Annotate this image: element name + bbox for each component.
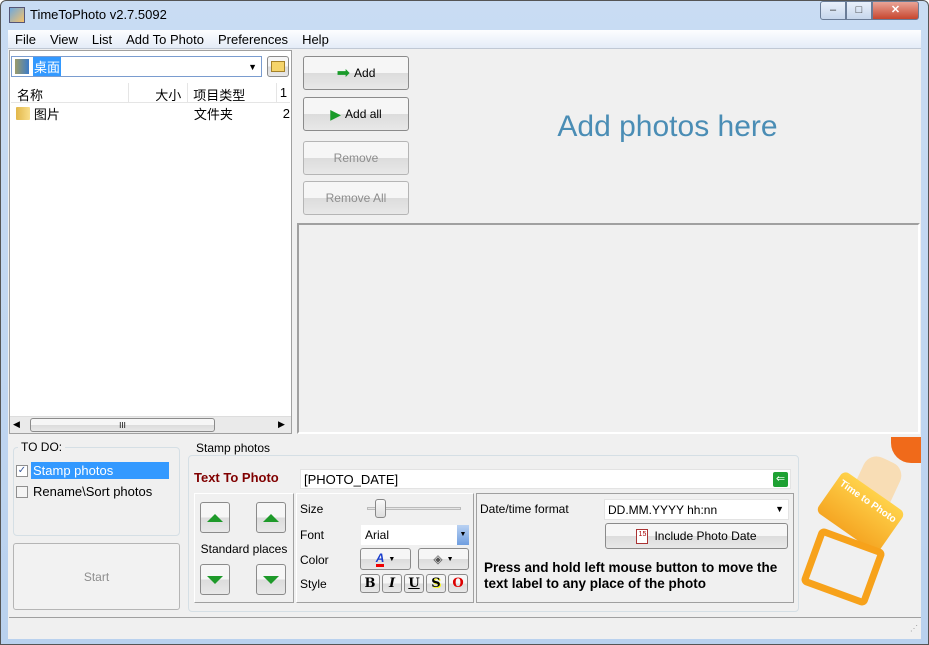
- start-button[interactable]: Start: [13, 543, 180, 610]
- menu-view[interactable]: View: [43, 30, 85, 47]
- folder-up-icon: [271, 61, 285, 72]
- drop-zone-text: Add photos here: [557, 110, 778, 143]
- rename-sort-checkbox[interactable]: Rename\Sort photos: [16, 483, 154, 500]
- column-extra[interactable]: 1: [277, 83, 290, 102]
- bold-button[interactable]: B: [360, 574, 380, 593]
- stamp-photos-checkbox[interactable]: ✓ Stamp photos: [16, 462, 169, 479]
- add-all-label: Add all: [345, 107, 382, 121]
- standard-places-label: Standard places: [200, 542, 288, 556]
- checkbox-unchecked[interactable]: [16, 485, 28, 498]
- minimize-button[interactable]: –: [820, 1, 846, 20]
- arrow-down-icon: [207, 575, 223, 584]
- chevron-down-icon: ▼: [388, 555, 396, 563]
- menu-bar: File View List Add To Photo Preferences Help: [8, 30, 921, 49]
- include-photo-date-button[interactable]: 15 Include Photo Date: [605, 523, 788, 549]
- font-select[interactable]: Arial ▼: [361, 525, 469, 545]
- remove-all-button[interactable]: Remove All: [303, 181, 409, 215]
- stamp-label: Stamp photos: [193, 441, 274, 455]
- checkbox-checked[interactable]: ✓: [16, 464, 28, 477]
- color-label: Color: [300, 553, 329, 567]
- text-to-photo-value: [PHOTO_DATE]: [304, 472, 399, 487]
- menu-help[interactable]: Help: [295, 30, 336, 47]
- remove-button[interactable]: Remove: [303, 141, 409, 175]
- status-bar: ⋰: [9, 617, 921, 638]
- column-name[interactable]: 名称: [11, 83, 130, 103]
- arrow-up-icon: [207, 513, 223, 522]
- menu-add-to-photo[interactable]: Add To Photo: [119, 30, 211, 47]
- scroll-right-icon[interactable]: ▶: [278, 419, 285, 430]
- browse-folder-button[interactable]: [267, 56, 289, 77]
- add-button[interactable]: ➡ Add: [303, 56, 409, 90]
- list-item[interactable]: 图片 文件夹 2: [11, 104, 290, 123]
- paint-bucket-icon: ◈: [433, 552, 443, 566]
- menu-file[interactable]: File: [8, 30, 43, 47]
- item-type: 文件夹: [193, 107, 233, 122]
- text-to-photo-input[interactable]: [PHOTO_DATE] ⇐: [300, 469, 791, 489]
- italic-button[interactable]: I: [382, 574, 402, 593]
- photo-preview-area[interactable]: [297, 223, 920, 434]
- size-label: Size: [300, 502, 324, 516]
- arrow-up-icon: [263, 513, 279, 522]
- column-type[interactable]: 项目类型: [188, 83, 277, 103]
- font-label: Font: [300, 528, 325, 542]
- place-bottom-right-button[interactable]: [256, 564, 286, 595]
- close-button[interactable]: ✕: [872, 1, 919, 20]
- location-combo[interactable]: 桌面 ▼: [11, 56, 262, 77]
- resize-grip-icon[interactable]: ⋰: [910, 624, 918, 633]
- size-slider-thumb[interactable]: [375, 499, 387, 518]
- add-all-button[interactable]: ▶ Add all: [303, 97, 409, 131]
- chevron-down-icon: ▼: [248, 61, 257, 72]
- underline-button[interactable]: U: [404, 574, 424, 593]
- todo-label: TO DO:: [18, 440, 66, 454]
- place-top-left-button[interactable]: [200, 502, 230, 533]
- chevron-down-icon[interactable]: ▼: [457, 525, 469, 545]
- style-buttons: B I U S O: [360, 574, 468, 593]
- item-name: 图片: [33, 107, 60, 122]
- shadow-button[interactable]: S: [426, 574, 446, 593]
- place-top-right-button[interactable]: [256, 502, 286, 533]
- item-extra: 2: [282, 106, 290, 121]
- calendar-icon: 15: [636, 528, 649, 544]
- menu-list[interactable]: List: [85, 30, 119, 47]
- background-color-button[interactable]: ◈ ▼: [418, 548, 469, 570]
- arrow-down-icon: [263, 575, 279, 584]
- datetime-value: DD.MM.YYYY hh:nn: [608, 503, 718, 517]
- folder-icon: [16, 107, 30, 120]
- chevron-down-icon: ▼: [446, 555, 454, 563]
- outline-button[interactable]: O: [448, 574, 468, 593]
- desktop-icon: [15, 59, 29, 74]
- move-hint-text: Press and hold left mouse button to move…: [484, 560, 778, 591]
- add-label: Add: [354, 66, 376, 80]
- datetime-format-select[interactable]: DD.MM.YYYY hh:nn ▼: [604, 499, 789, 520]
- place-bottom-left-button[interactable]: [200, 564, 230, 595]
- insert-arrow-left-icon[interactable]: ⇐: [773, 472, 788, 487]
- style-label: Style: [300, 577, 327, 591]
- app-icon: [9, 7, 25, 23]
- datetime-label: Date/time format: [480, 502, 569, 516]
- rename-sort-label: Rename\Sort photos: [33, 484, 153, 499]
- column-size[interactable]: 大小: [129, 83, 189, 103]
- scroll-thumb[interactable]: III: [30, 418, 215, 432]
- window-title: TimeToPhoto v2.7.5092: [30, 7, 167, 22]
- horizontal-scrollbar[interactable]: ◀ III ▶: [10, 416, 291, 433]
- maximize-button[interactable]: □: [846, 1, 872, 20]
- list-header: 名称 大小 项目类型 1: [11, 83, 290, 103]
- include-photo-date-label: Include Photo Date: [654, 529, 757, 543]
- time-to-photo-logo: Time to Photo: [799, 437, 921, 608]
- chevron-down-icon: ▼: [775, 504, 784, 514]
- text-color-button[interactable]: A ▼: [360, 548, 411, 570]
- stamp-photos-label: Stamp photos: [31, 462, 169, 479]
- arrow-right-icon: ➡: [336, 65, 351, 82]
- menu-preferences[interactable]: Preferences: [211, 30, 295, 47]
- location-value: 桌面: [33, 57, 62, 76]
- text-to-photo-label: Text To Photo: [194, 470, 279, 485]
- scroll-left-icon[interactable]: ◀: [13, 419, 20, 430]
- font-value: Arial: [365, 528, 390, 542]
- font-color-icon: A: [375, 550, 385, 567]
- add-all-icon: ▶: [330, 105, 342, 122]
